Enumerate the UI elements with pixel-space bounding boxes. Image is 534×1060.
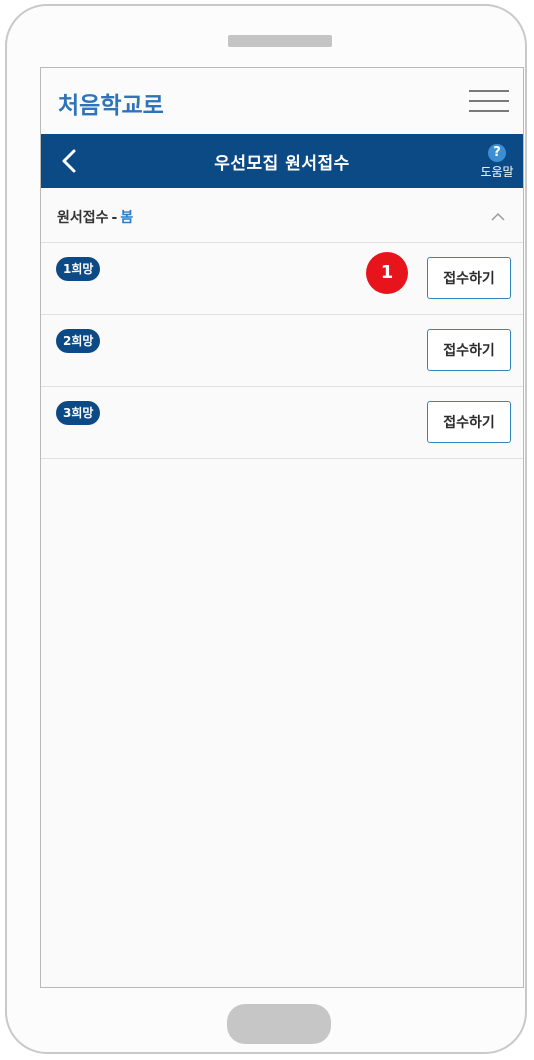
section-separator: - <box>111 210 118 226</box>
section-title-text: 원서접수 <box>57 210 109 226</box>
top-bar: 처음학교로 <box>41 68 523 134</box>
help-label: 도움말 <box>480 165 514 179</box>
chevron-up-icon[interactable] <box>491 212 505 222</box>
app-logo[interactable]: 처음학교로 <box>56 82 166 120</box>
apply-button-1[interactable]: 접수하기 <box>427 257 511 299</box>
phone-frame: 처음학교로 우선모집 원서접수 ? 도움말 원서접수 - 봄 1희망 접수하기 … <box>5 4 527 1054</box>
choice-row-1: 1희망 접수하기 <box>41 243 523 315</box>
logo-text: 처음학교로 <box>58 93 164 119</box>
page-title: 우선모집 원서접수 <box>214 154 350 174</box>
choice-row-3: 3희망 접수하기 <box>41 387 523 459</box>
apply-button-2[interactable]: 접수하기 <box>427 329 511 371</box>
choice-badge-1: 1희망 <box>56 257 101 281</box>
section-season: 봄 <box>120 210 134 226</box>
apply-button-3[interactable]: 접수하기 <box>427 401 511 443</box>
section-title: 원서접수 - 봄 <box>57 207 133 227</box>
step-marker-badge: 1 <box>366 252 408 294</box>
choice-row-2: 2희망 접수하기 <box>41 315 523 387</box>
phone-home-button <box>227 1004 331 1044</box>
help-button[interactable]: ? 도움말 <box>479 144 515 180</box>
choice-badge-3: 3희망 <box>56 401 101 425</box>
hamburger-menu-icon[interactable] <box>469 90 509 114</box>
phone-speaker <box>228 35 332 47</box>
choice-badge-2: 2희망 <box>56 329 101 353</box>
page-header: 우선모집 원서접수 ? 도움말 <box>41 134 523 188</box>
application-section-header[interactable]: 원서접수 - 봄 <box>41 188 523 243</box>
app-screen: 처음학교로 우선모집 원서접수 ? 도움말 원서접수 - 봄 1희망 접수하기 … <box>40 67 524 988</box>
help-icon: ? <box>488 144 506 162</box>
